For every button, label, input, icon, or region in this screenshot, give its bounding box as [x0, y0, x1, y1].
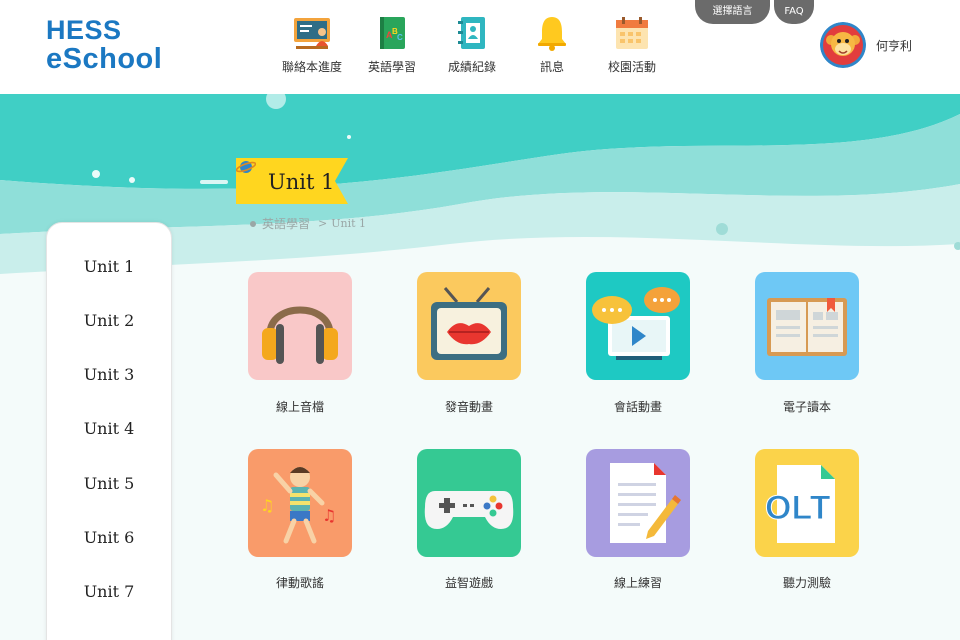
dancing-kid-icon: ♫ ♫ [248, 449, 352, 557]
hess-eschool-logo[interactable]: HESS eSchool [46, 16, 170, 78]
logo-line2: eSchool [46, 43, 163, 75]
nav-messages[interactable]: 訊息 [512, 14, 592, 80]
tile-conversation-animation[interactable] [586, 272, 690, 380]
nav-label: 訊息 [539, 60, 564, 74]
nav-grades[interactable]: 成績紀錄 [432, 14, 512, 80]
faq-button[interactable]: FAQ [774, 0, 814, 24]
page-title: Unit 1 [268, 170, 335, 194]
nav-contact-book[interactable]: 聯絡本進度 [272, 14, 352, 80]
sidebar-item-unit-4[interactable]: Unit 4 [47, 419, 171, 438]
nav-english-learning[interactable]: A B C 英語學習 [352, 14, 432, 80]
worksheet-pencil-icon [586, 449, 690, 557]
sidebar-item-unit-2[interactable]: Unit 2 [47, 311, 171, 330]
tile-puzzle-games[interactable] [417, 449, 521, 557]
planet-icon [236, 161, 256, 173]
nav-campus-events[interactable]: 校園活動 [592, 14, 672, 80]
tile-label-conversation-animation[interactable]: 會話動畫 [568, 398, 708, 415]
breadcrumb-parent-link[interactable]: 英語學習 [262, 215, 310, 232]
tile-pronunciation-animation[interactable] [417, 272, 521, 380]
abc-book-icon: A B C [380, 17, 405, 49]
tile-listening-test[interactable]: OLT [755, 449, 859, 557]
sidebar-item-unit-1[interactable]: Unit 1 [47, 257, 171, 276]
monkey-avatar-icon [820, 22, 866, 68]
tile-label-rhythm-songs[interactable]: 律動歌謠 [230, 574, 370, 591]
tile-label-listening-test[interactable]: 聽力測驗 [737, 574, 877, 591]
svg-text:♫: ♫ [260, 496, 274, 515]
main-nav: 聯絡本進度 A B C 英語學習 成績紀錄 訊息 校園活動 [272, 14, 672, 80]
calendar-icon [616, 17, 648, 49]
nav-label: 英語學習 [367, 60, 416, 74]
unit-title-ribbon: Unit 1 [236, 158, 348, 204]
logo-line1: HESS [46, 15, 122, 45]
tile-label-online-practice[interactable]: 線上練習 [568, 574, 708, 591]
tile-label-puzzle-games[interactable]: 益智遊戲 [399, 574, 539, 591]
tile-online-practice[interactable] [586, 449, 690, 557]
tile-e-reader[interactable] [755, 272, 859, 380]
tile-online-audio[interactable] [248, 272, 352, 380]
olt-document-icon: OLT [755, 449, 859, 557]
breadcrumb-dot-icon [250, 220, 256, 227]
blackboard-icon [294, 18, 330, 49]
top-header: HESS eSchool 聯絡本進度 A B C 英語學習 成績紀錄 訊息 校園… [0, 0, 960, 94]
svg-text:OLT: OLT [765, 489, 831, 527]
tile-label-pronunciation-animation[interactable]: 發音動畫 [399, 398, 539, 415]
tile-label-e-reader[interactable]: 電子讀本 [737, 398, 877, 415]
address-book-icon [458, 17, 485, 49]
sidebar-item-unit-3[interactable]: Unit 3 [47, 365, 171, 384]
nav-label: 聯絡本進度 [281, 60, 342, 74]
tv-lips-icon [417, 272, 521, 380]
breadcrumb-current: Unit 1 [331, 217, 367, 230]
gamepad-icon [417, 449, 521, 557]
username[interactable]: 何亨利 [876, 37, 912, 54]
open-book-icon [755, 272, 859, 380]
chat-video-icon [586, 272, 690, 380]
breadcrumb-separator: > [318, 217, 328, 230]
sidebar-item-unit-7[interactable]: Unit 7 [47, 582, 171, 601]
select-language-button[interactable]: 選擇語言 [695, 0, 770, 24]
nav-label: 成績紀錄 [447, 60, 496, 74]
bell-icon [538, 17, 566, 51]
svg-text:C: C [397, 33, 403, 42]
breadcrumb: 英語學習 > Unit 1 [250, 215, 366, 232]
headphones-icon [248, 272, 352, 380]
sidebar-item-unit-6[interactable]: Unit 6 [47, 528, 171, 547]
tile-rhythm-songs[interactable]: ♫ ♫ [248, 449, 352, 557]
svg-text:♫: ♫ [322, 506, 336, 525]
avatar[interactable] [820, 22, 866, 68]
unit-sidebar: Unit 1 Unit 2 Unit 3 Unit 4 Unit 5 Unit … [46, 222, 172, 640]
tile-label-online-audio[interactable]: 線上音檔 [230, 398, 370, 415]
nav-label: 校園活動 [607, 60, 656, 74]
sidebar-item-unit-5[interactable]: Unit 5 [47, 474, 171, 493]
